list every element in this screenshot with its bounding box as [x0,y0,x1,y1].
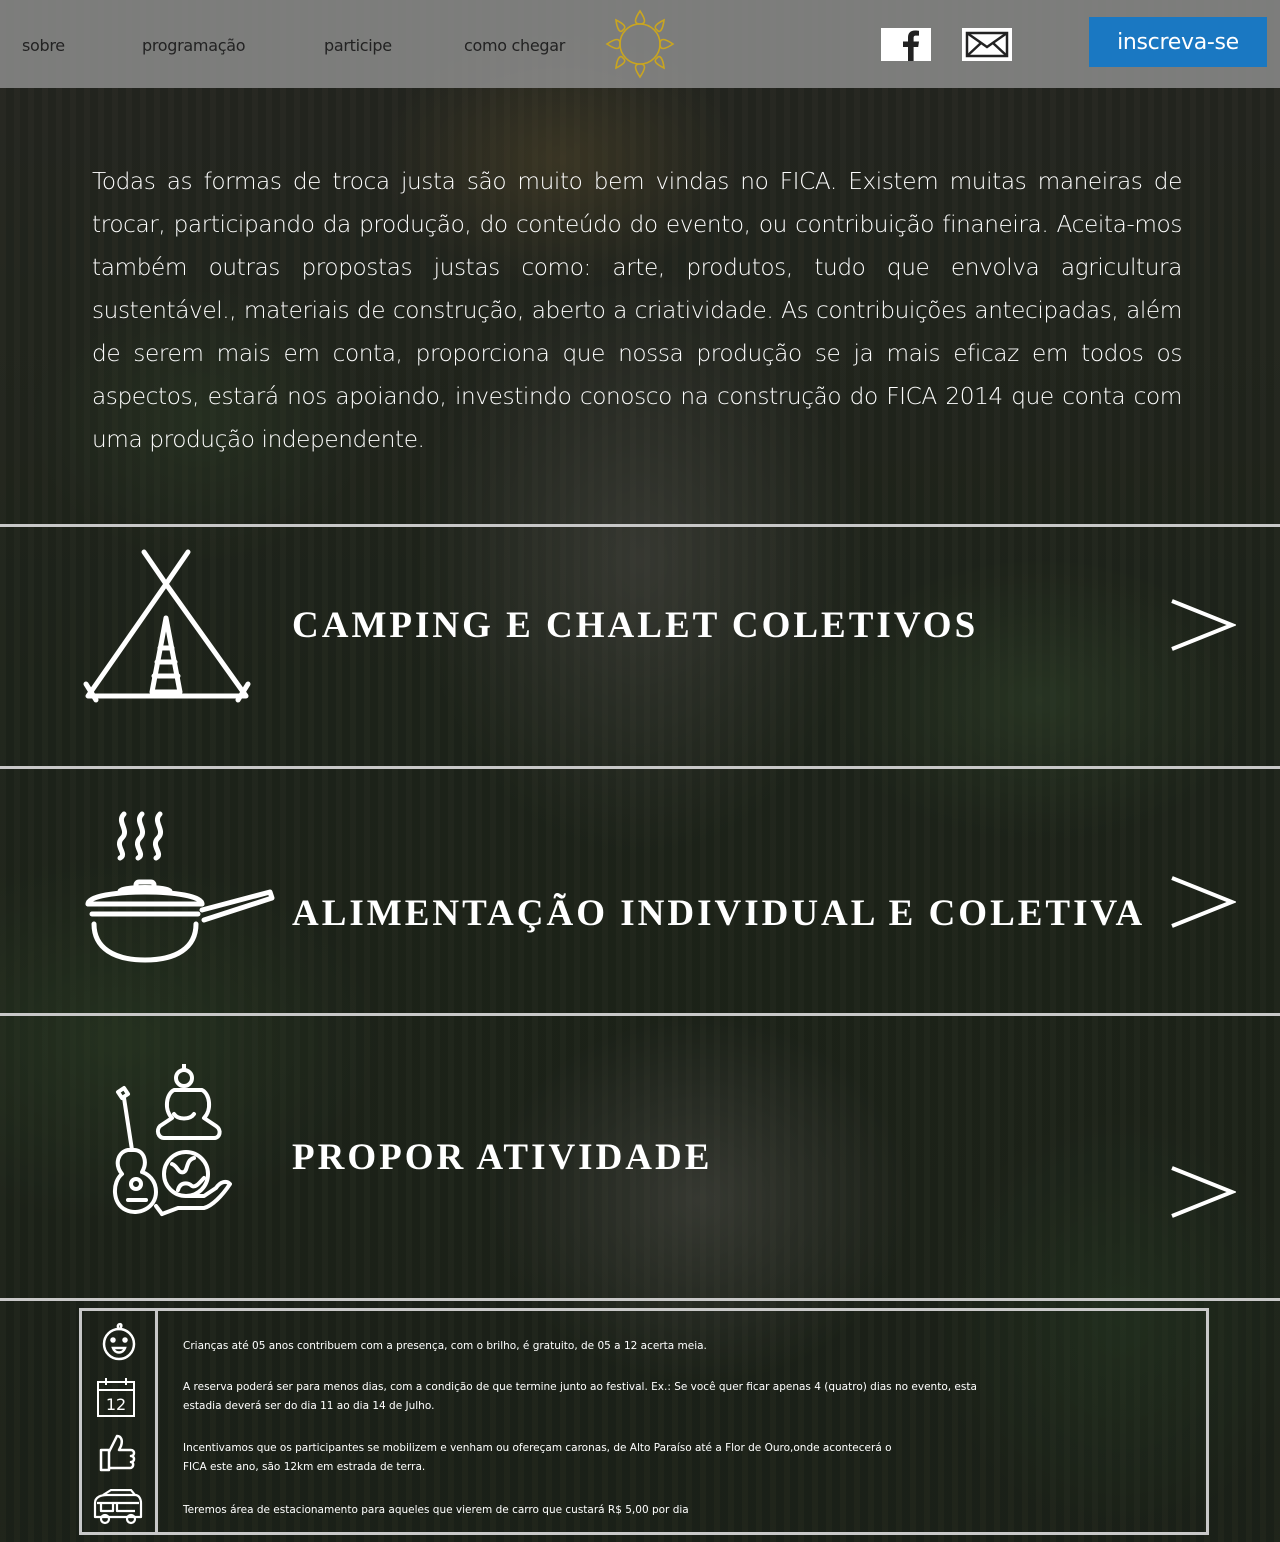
info-text-carpool: Incentivamos que os participantes se mob… [183,1442,892,1473]
chevron-right-icon[interactable] [1170,874,1236,930]
cooking-pan-icon [85,811,275,963]
facebook-icon [903,30,919,61]
teepee-icon [83,549,251,703]
info-icon-column: 12 [82,1311,158,1532]
section-title-propor-atividade: PROPOR ATIVIDADE [292,1137,713,1178]
mail-button[interactable] [962,28,1012,61]
section-divider [0,524,1280,527]
info-text-children: Crianças até 05 anos contribuem com a pr… [183,1340,707,1352]
calendar-icon: 12 [97,1378,135,1417]
nav-link-programacao[interactable]: programação [142,36,246,55]
section-divider [0,1298,1280,1301]
chevron-right-icon[interactable] [1170,1164,1236,1220]
chevron-right-icon[interactable] [1170,597,1236,653]
info-text-parking: Teremos área de estacionamento para aque… [183,1504,689,1516]
facebook-button[interactable] [881,28,931,61]
calendar-day: 12 [106,1395,126,1414]
section-divider [0,766,1280,769]
nav-link-participe[interactable]: participe [324,36,392,55]
mail-icon [965,31,1009,58]
guitar-buddha-globe-icon [113,1064,232,1216]
inscreva-se-button[interactable]: inscreva-se [1089,17,1267,67]
nav-link-sobre[interactable]: sobre [22,36,65,55]
info-text-reservation: A reserva poderá ser para menos dias, co… [183,1381,977,1412]
nav-link-como-chegar[interactable]: como chegar [464,36,565,55]
lotus-mandala-icon[interactable] [604,8,676,80]
section-title-alimentacao: ALIMENTAÇÃO INDIVIDUAL E COLETIVA [292,893,1146,934]
intro-paragraph: Todas as formas de troca justa são muito… [92,168,1182,453]
thumbs-up-icon [99,1434,136,1472]
van-icon [93,1489,143,1525]
section-title-camping: CAMPING E CHALET COLETIVOS [292,605,979,646]
info-box: 12 Crianças até 05 anos contribuem com a… [79,1308,1209,1535]
top-navigation-bar: sobre programação participe como chegar … [0,0,1280,88]
child-face-icon [102,1322,136,1361]
section-divider [0,1013,1280,1016]
